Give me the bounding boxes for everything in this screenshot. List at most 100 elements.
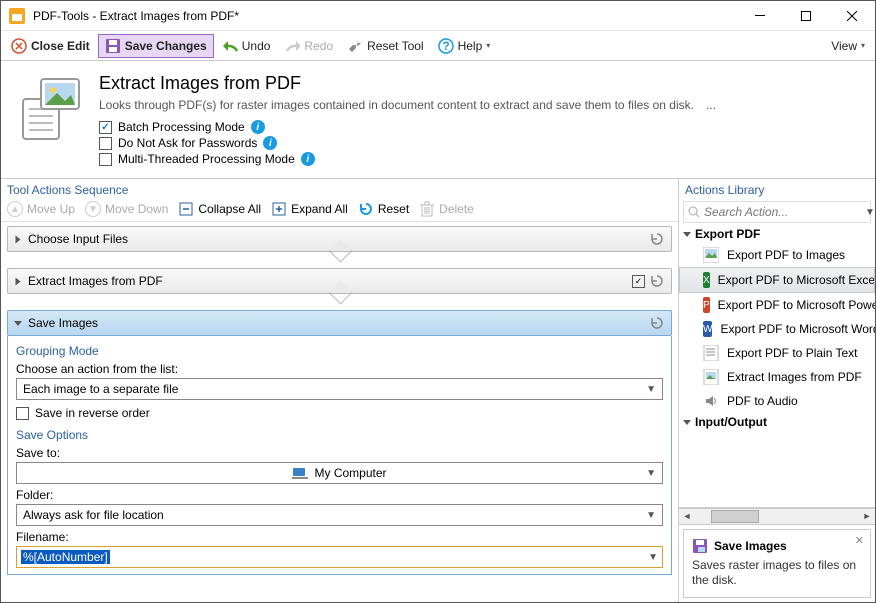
info-panel: ✕ Save Images Saves raster images to fil…: [683, 529, 871, 598]
scroll-right-arrow[interactable]: ►: [859, 509, 875, 524]
library-title: Actions Library: [679, 179, 875, 199]
save-images-panel: Grouping Mode Choose an action from the …: [7, 336, 672, 575]
library-group[interactable]: Export PDF: [679, 225, 875, 243]
redo-button[interactable]: Redo: [278, 34, 339, 58]
reverse-order-label: Save in reverse order: [35, 406, 150, 420]
reverse-order-checkbox[interactable]: [16, 407, 29, 420]
close-button[interactable]: [829, 1, 875, 31]
section-save-images[interactable]: Save Images: [7, 310, 672, 336]
view-label: View: [831, 39, 857, 53]
save-to-select[interactable]: My Computer ▼: [16, 462, 663, 484]
word-icon: W: [703, 321, 712, 337]
library-item[interactable]: WExport PDF to Microsoft Word: [679, 317, 875, 341]
chevron-down-icon: ▼: [646, 384, 656, 395]
section-reset-icon[interactable]: [649, 315, 665, 331]
library-item[interactable]: PDF to Audio: [679, 389, 875, 413]
collapse-all-button[interactable]: Collapse All: [178, 201, 261, 217]
grouping-mode-title: Grouping Mode: [16, 344, 663, 358]
section-label: Extract Images from PDF: [28, 274, 163, 288]
close-edit-label: Close Edit: [31, 39, 90, 53]
expand-all-button[interactable]: Expand All: [271, 201, 348, 217]
library-item[interactable]: Export PDF to Images: [679, 243, 875, 267]
collapse-icon: [178, 201, 194, 217]
no-passwords-checkbox[interactable]: [99, 137, 112, 150]
section-extract-images[interactable]: Extract Images from PDF: [7, 268, 672, 294]
svg-text:?: ?: [442, 39, 449, 53]
chevron-down-icon: ▼: [648, 552, 658, 563]
scroll-thumb[interactable]: [711, 510, 759, 523]
collapse-triangle-icon: [683, 420, 691, 425]
sequence-toolbar: ▲Move Up ▼Move Down Collapse All Expand …: [1, 199, 678, 222]
redo-icon: [284, 38, 300, 54]
library-item[interactable]: Extract Images from PDF: [679, 365, 875, 389]
reset-tool-label: Reset Tool: [367, 39, 423, 53]
computer-icon: [292, 465, 308, 481]
library-item[interactable]: PExport PDF to Microsoft PowerPoint: [679, 293, 875, 317]
section-reset-icon[interactable]: [649, 273, 665, 289]
move-up-button[interactable]: ▲Move Up: [7, 201, 75, 217]
search-icon: [688, 206, 700, 218]
section-choose-input-files[interactable]: Choose Input Files: [7, 226, 672, 252]
filename-value: %[AutoNumber]: [21, 550, 110, 564]
close-circle-icon: [11, 38, 27, 54]
reset-button[interactable]: Reset: [358, 201, 409, 217]
library-item[interactable]: XExport PDF to Microsoft Excel Spreadshe…: [679, 267, 875, 293]
more-button[interactable]: ...: [706, 98, 716, 112]
folder-select[interactable]: Always ask for file location ▼: [16, 504, 663, 526]
section-label: Choose Input Files: [28, 232, 128, 246]
info-description: Saves raster images to files on the disk…: [692, 558, 862, 589]
batch-processing-checkbox[interactable]: [99, 121, 112, 134]
multi-threaded-label: Multi-Threaded Processing Mode: [118, 152, 295, 166]
view-button[interactable]: View ▾: [825, 34, 871, 58]
folder-label: Folder:: [16, 488, 663, 502]
text-icon: [703, 345, 719, 361]
powerpoint-icon: P: [703, 297, 710, 313]
wrench-icon: [347, 38, 363, 54]
section-enabled-checkbox[interactable]: [632, 275, 645, 288]
info-icon[interactable]: i: [251, 120, 265, 134]
main-toolbar: Close Edit Save Changes Undo Redo Reset …: [1, 31, 875, 61]
filename-label: Filename:: [16, 530, 663, 544]
audio-icon: [703, 393, 719, 409]
undo-button[interactable]: Undo: [216, 34, 277, 58]
tool-header: Extract Images from PDF Looks through PD…: [1, 61, 875, 179]
redo-label: Redo: [304, 39, 333, 53]
info-icon[interactable]: i: [301, 152, 315, 166]
section-label: Save Images: [28, 316, 98, 330]
app-icon: [9, 8, 25, 24]
window-title: PDF-Tools - Extract Images from PDF*: [33, 9, 737, 23]
chevron-down-icon: ▼: [646, 510, 656, 521]
excel-icon: X: [703, 272, 710, 288]
save-changes-button[interactable]: Save Changes: [98, 34, 214, 58]
delete-button[interactable]: Delete: [419, 201, 474, 217]
trash-icon: [419, 201, 435, 217]
library-group[interactable]: Input/Output: [679, 413, 875, 431]
grouping-select[interactable]: Each image to a separate file ▼: [16, 378, 663, 400]
search-input[interactable]: [704, 205, 861, 219]
close-edit-button[interactable]: Close Edit: [5, 34, 96, 58]
grouping-value: Each image to a separate file: [23, 382, 178, 396]
tool-large-icon: [13, 73, 85, 145]
section-reset-icon[interactable]: [649, 231, 665, 247]
chevron-down-icon: ▼: [646, 468, 656, 479]
save-to-value: My Computer: [314, 466, 386, 480]
help-button[interactable]: ? Help ▾: [432, 34, 497, 58]
filename-input[interactable]: %[AutoNumber] ▼: [16, 546, 663, 568]
chevron-down-icon[interactable]: ▼: [865, 207, 875, 218]
arrow-up-icon: ▲: [7, 201, 23, 217]
move-down-button[interactable]: ▼Move Down: [85, 201, 168, 217]
help-icon: ?: [438, 38, 454, 54]
arrow-down-icon: ▼: [85, 201, 101, 217]
horizontal-scrollbar[interactable]: ◄ ►: [679, 508, 875, 525]
scroll-left-arrow[interactable]: ◄: [679, 509, 695, 524]
close-icon[interactable]: ✕: [855, 534, 864, 547]
reset-icon: [358, 201, 374, 217]
search-action[interactable]: ▼: [683, 201, 871, 223]
maximize-button[interactable]: [783, 1, 829, 31]
minimize-button[interactable]: [737, 1, 783, 31]
info-title: Save Images: [714, 539, 787, 553]
library-item[interactable]: Export PDF to Plain Text: [679, 341, 875, 365]
info-icon[interactable]: i: [263, 136, 277, 150]
reset-tool-button[interactable]: Reset Tool: [341, 34, 429, 58]
multi-threaded-checkbox[interactable]: [99, 153, 112, 166]
